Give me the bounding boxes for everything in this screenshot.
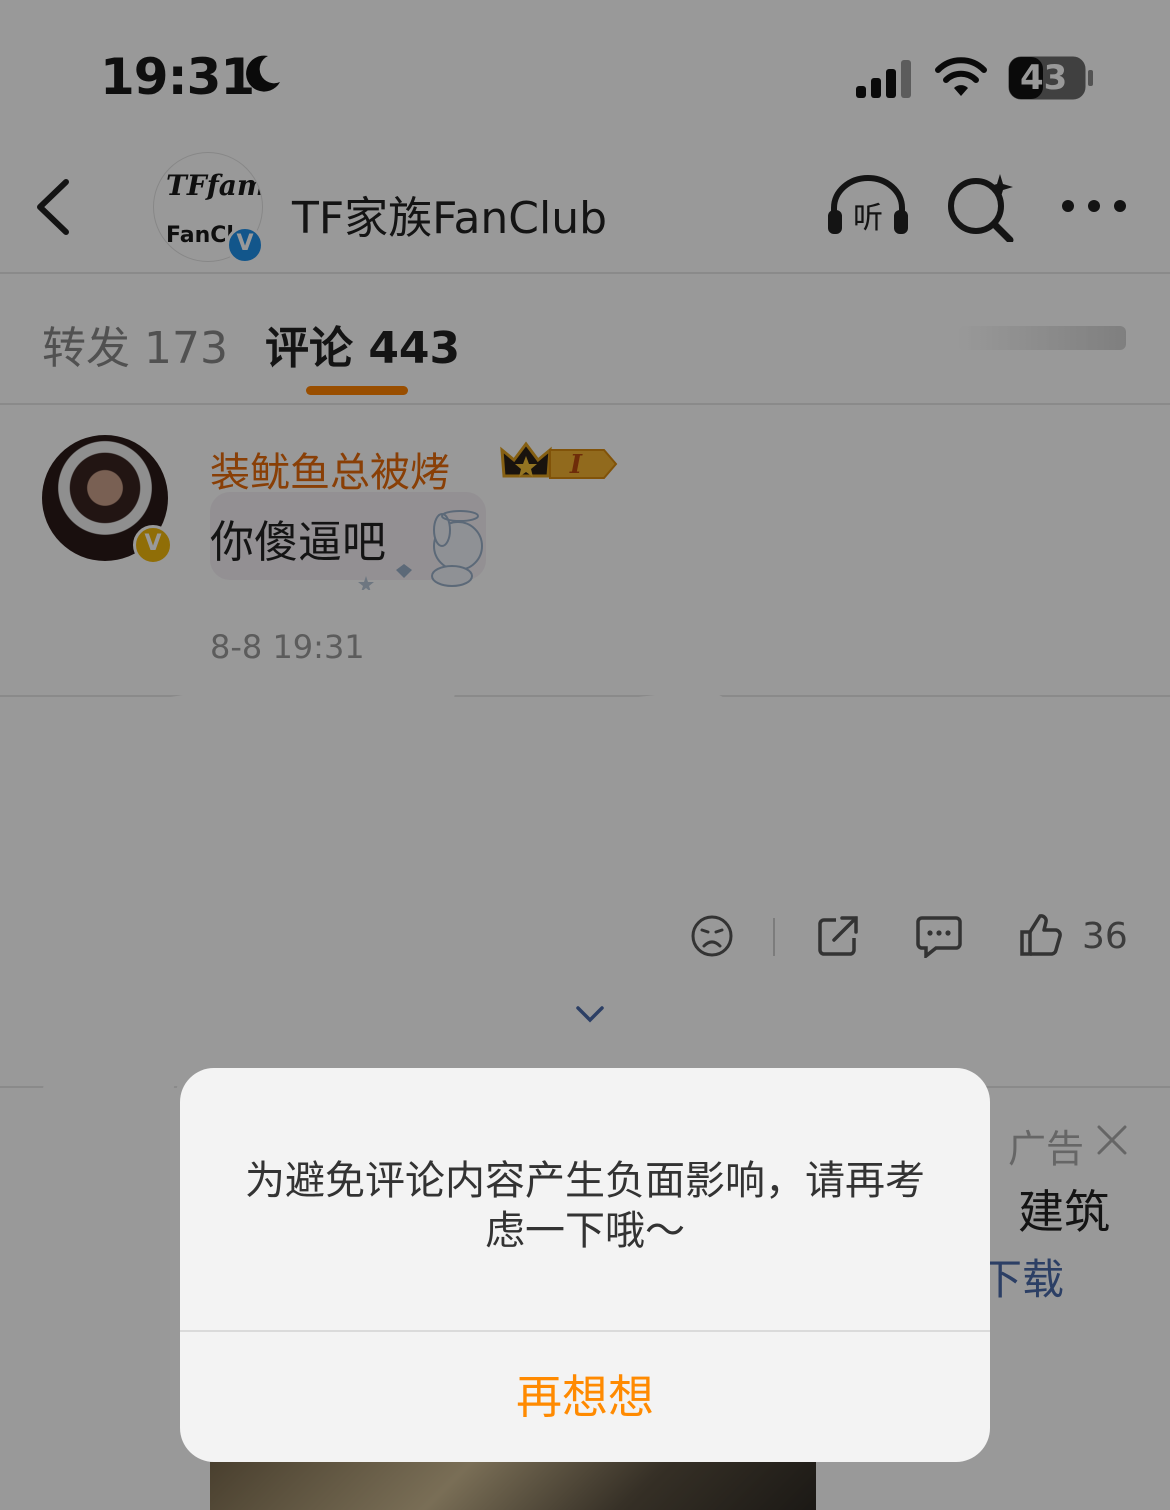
reconsider-button[interactable]: 再想想 xyxy=(180,1332,990,1462)
warning-dialog: 为避免评论内容产生负面影响，请再考虑一下哦～ 再想想 xyxy=(180,1068,990,1462)
dialog-message: 为避免评论内容产生负面影响，请再考虑一下哦～ xyxy=(245,1158,925,1254)
